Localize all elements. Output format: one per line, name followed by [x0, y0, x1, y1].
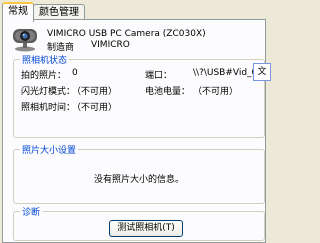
tab-color-management[interactable]: 颜色管理	[33, 4, 85, 20]
diagnostics-group: 诊断 测试照相机(T)	[13, 205, 265, 241]
manufacturer-label: 制造商	[47, 43, 75, 53]
overlapping-window-fragment[interactable]: 文	[253, 63, 271, 81]
port-label: 端口：	[145, 71, 173, 81]
tab-strip: 常规 颜色管理	[2, 2, 269, 22]
flash-mode-label: 闪光灯模式：	[21, 87, 76, 97]
photo-size-title: 照片大小设置	[20, 143, 79, 156]
flash-mode-value: （不可用）	[72, 87, 118, 97]
webcam-icon	[13, 29, 37, 52]
battery-label: 电池电量：	[145, 87, 191, 97]
camera-time-value: （不可用）	[72, 103, 118, 113]
battery-value: （不可用）	[193, 87, 239, 97]
camera-time-label: 照相机时间：	[21, 103, 76, 113]
manufacturer-value: VIMICRO	[91, 40, 130, 50]
photo-size-message: 没有照片大小的信息。	[93, 175, 184, 185]
photo-size-group: 照片大小设置 没有照片大小的信息。	[13, 143, 265, 204]
camera-status-title: 照相机状态	[20, 53, 70, 66]
device-name: VIMICRO USB PC Camera (ZC030X)	[47, 29, 206, 39]
photos-taken-value: 0	[72, 68, 78, 78]
photos-taken-label: 拍的照片：	[21, 71, 67, 81]
tab-general[interactable]: 常规	[2, 2, 34, 22]
test-camera-button[interactable]: 测试照相机(T)	[109, 220, 183, 237]
camera-status-group: 照相机状态 拍的照片： 0 端口： \\?\USB#Vid_0 闪光灯模式： （…	[13, 53, 265, 138]
diagnostics-title: 诊断	[20, 205, 43, 218]
tab-panel-general: VIMICRO USB PC Camera (ZC030X) 制造商 VIMIC…	[2, 19, 266, 243]
